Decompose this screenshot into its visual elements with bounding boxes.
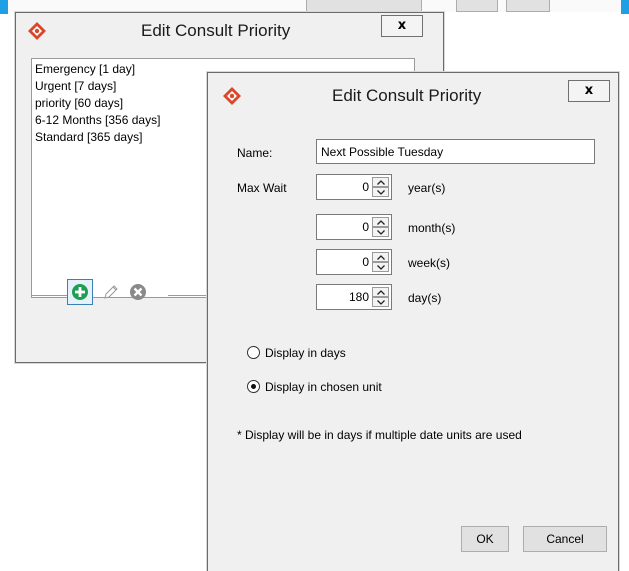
add-button[interactable] xyxy=(67,279,93,305)
chevron-down-icon xyxy=(377,265,385,270)
titlebar: Edit Consult Priority x xyxy=(16,13,443,45)
titlebar: Edit Consult Priority x xyxy=(208,73,618,113)
target-crosshair-icon xyxy=(223,87,241,105)
edit-pencil-icon xyxy=(104,285,118,299)
spinner-down-button[interactable] xyxy=(372,262,389,272)
toolbar-divider xyxy=(31,295,71,296)
list-item[interactable]: Standard [365 days] xyxy=(35,130,142,144)
cancel-button[interactable]: Cancel xyxy=(523,526,607,552)
background-window-edge-right xyxy=(621,0,629,14)
target-crosshair-icon xyxy=(28,22,46,40)
spinner-buttons xyxy=(372,177,389,197)
max-wait-label: Max Wait xyxy=(237,181,287,195)
display-in-days-radio[interactable] xyxy=(247,346,260,359)
name-label: Name: xyxy=(237,146,273,160)
years-unit-label: year(s) xyxy=(408,181,446,195)
toolbar-divider xyxy=(31,281,32,296)
close-button[interactable]: x xyxy=(568,80,610,102)
months-unit-label: month(s) xyxy=(408,221,456,235)
list-toolbar xyxy=(67,279,167,309)
spinner-down-button[interactable] xyxy=(372,227,389,237)
weeks-spinner[interactable]: 0 xyxy=(316,249,392,275)
list-item[interactable]: Emergency [1 day] xyxy=(35,62,135,76)
spinner-buttons xyxy=(372,252,389,272)
add-icon xyxy=(72,284,88,300)
chevron-up-icon xyxy=(377,180,385,185)
months-spinner[interactable]: 0 xyxy=(316,214,392,240)
spinner-value[interactable]: 180 xyxy=(349,290,369,304)
days-spinner[interactable]: 180 xyxy=(316,284,392,310)
spinner-down-button[interactable] xyxy=(372,297,389,307)
days-unit-label: day(s) xyxy=(408,291,442,305)
spinner-up-button[interactable] xyxy=(372,252,389,262)
background-window-edge-left xyxy=(0,0,8,14)
front-edit-consult-priority-dialog: Edit Consult Priority x Name: Max Wait 0… xyxy=(207,72,619,571)
spinner-value[interactable]: 0 xyxy=(362,220,369,234)
dialog-title: Edit Consult Priority xyxy=(332,86,482,105)
display-in-chosen-unit-radio[interactable] xyxy=(247,380,260,393)
spinner-value[interactable]: 0 xyxy=(362,255,369,269)
list-item[interactable]: Urgent [7 days] xyxy=(35,79,116,93)
spinner-value[interactable]: 0 xyxy=(362,180,369,194)
toolbar-divider xyxy=(168,295,208,296)
years-spinner[interactable]: 0 xyxy=(316,174,392,200)
weeks-unit-label: week(s) xyxy=(408,256,451,270)
spinner-buttons xyxy=(372,217,389,237)
chevron-down-icon xyxy=(377,230,385,235)
delete-icon xyxy=(130,284,146,300)
background-button[interactable] xyxy=(306,0,422,12)
display-in-chosen-unit-label[interactable]: Display in chosen unit xyxy=(265,380,382,394)
name-input[interactable] xyxy=(316,139,595,164)
chevron-down-icon xyxy=(377,300,385,305)
dialog-title: Edit Consult Priority xyxy=(141,21,291,40)
display-in-days-label[interactable]: Display in days xyxy=(265,346,346,360)
delete-button[interactable] xyxy=(125,279,151,305)
close-button[interactable]: x xyxy=(381,15,423,37)
ok-button[interactable]: OK xyxy=(461,526,509,552)
spinner-up-button[interactable] xyxy=(372,217,389,227)
chevron-up-icon xyxy=(377,255,385,260)
radio-selected-dot xyxy=(251,384,256,389)
spinner-down-button[interactable] xyxy=(372,187,389,197)
list-item[interactable]: 6-12 Months [356 days] xyxy=(35,113,160,127)
background-button[interactable] xyxy=(506,0,550,12)
spinner-buttons xyxy=(372,287,389,307)
spinner-up-button[interactable] xyxy=(372,177,389,187)
spinner-up-button[interactable] xyxy=(372,287,389,297)
chevron-up-icon xyxy=(377,220,385,225)
edit-button[interactable] xyxy=(98,279,124,305)
display-note: * Display will be in days if multiple da… xyxy=(237,428,522,442)
chevron-down-icon xyxy=(377,190,385,195)
chevron-up-icon xyxy=(377,290,385,295)
background-button[interactable] xyxy=(456,0,498,12)
list-item[interactable]: priority [60 days] xyxy=(35,96,123,110)
